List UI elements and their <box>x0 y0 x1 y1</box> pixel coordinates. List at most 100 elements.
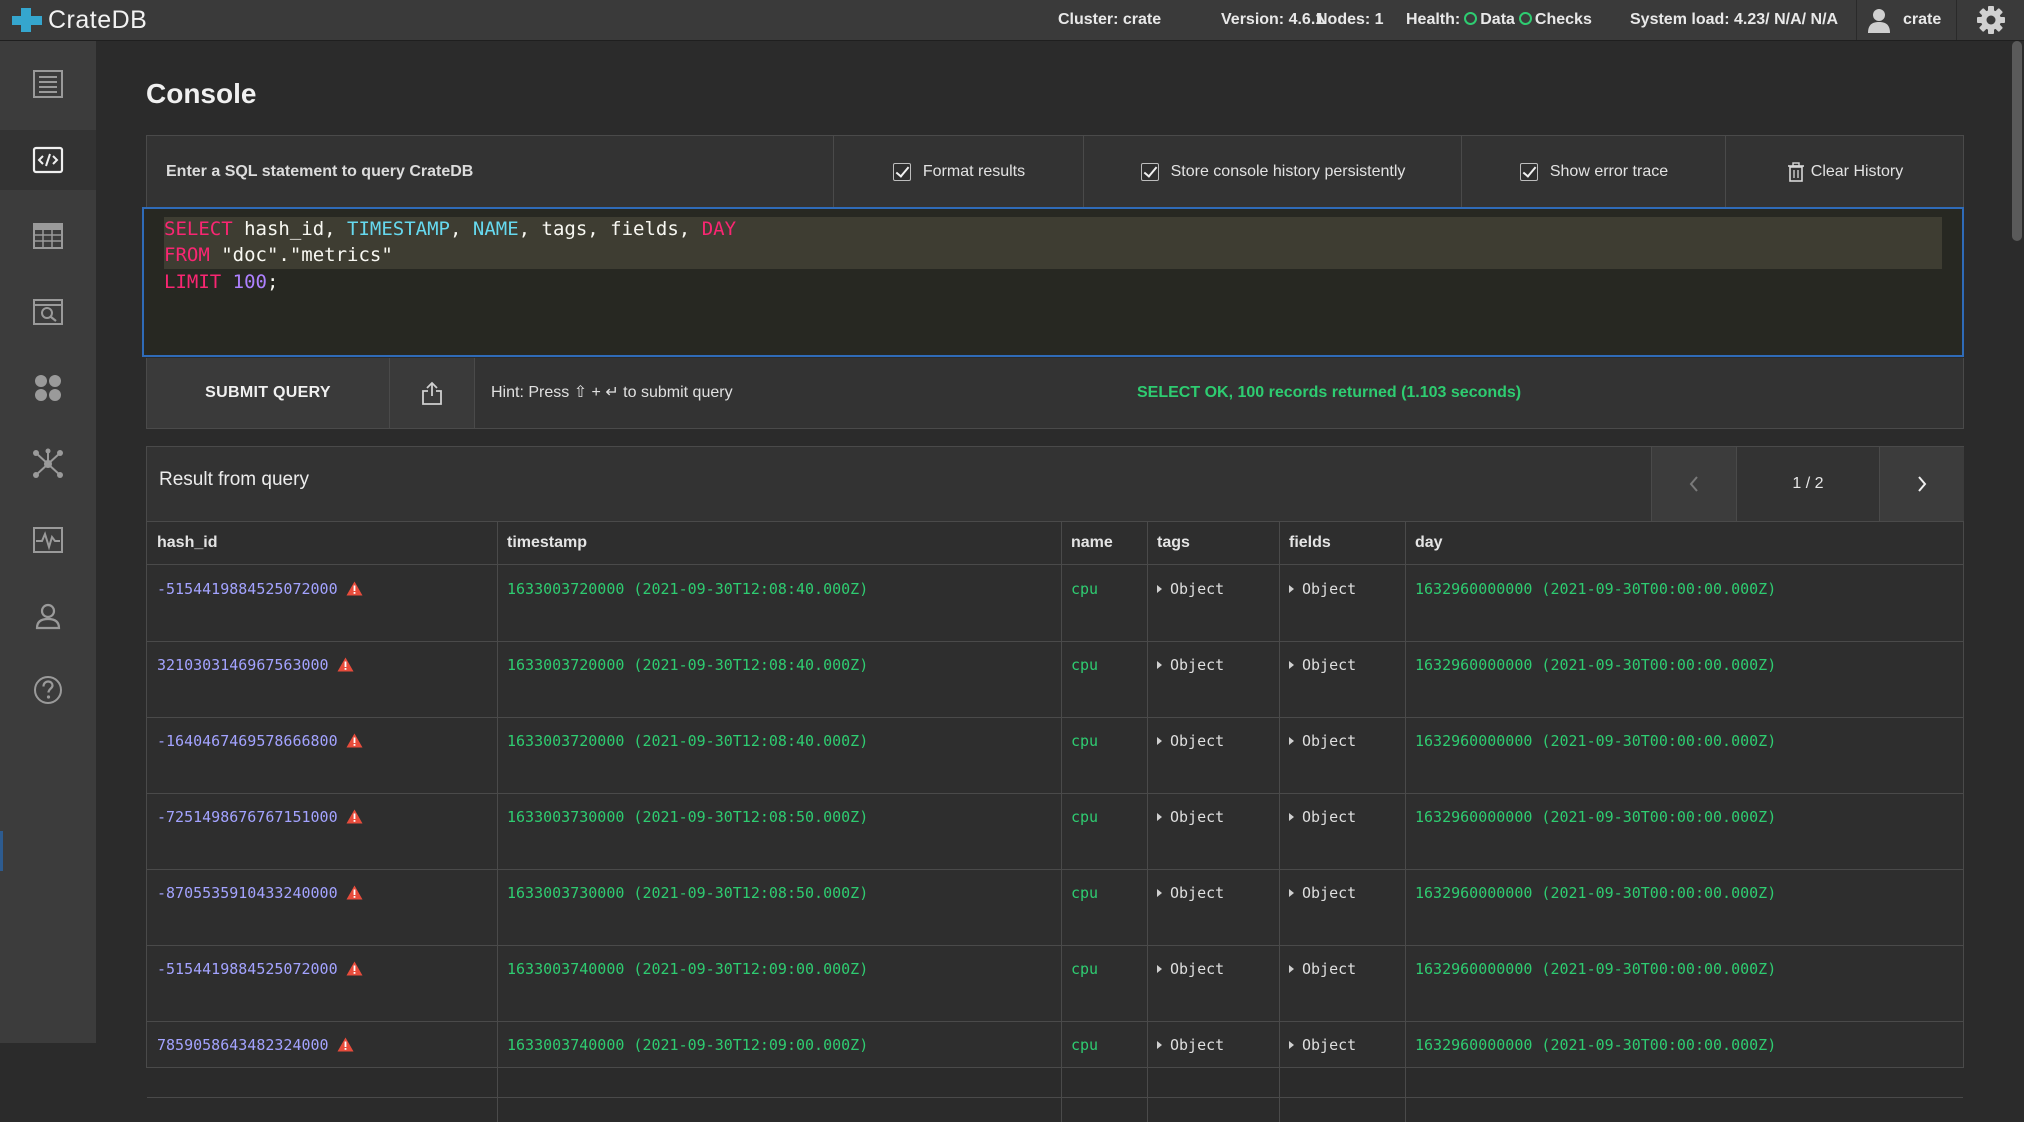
sidebar-item-console[interactable] <box>0 130 96 190</box>
overview-icon <box>33 70 63 98</box>
cell-tags-object-toggle[interactable]: Object <box>1157 731 1224 751</box>
cell-timestamp: 1633003740000 (2021-09-30T12:09:00.000Z) <box>507 1036 869 1054</box>
next-page-button[interactable] <box>1879 447 1964 521</box>
table-row[interactable]: -7251498676767151000 1633003730000 (2021-… <box>147 793 1963 869</box>
precision-warning-icon[interactable] <box>346 961 363 976</box>
cell-tags-object-toggle[interactable]: Object <box>1157 807 1224 827</box>
cell-tags-object-toggle[interactable]: Object <box>1157 959 1224 979</box>
sql-line-3: LIMIT 100; <box>164 271 279 293</box>
cell-timestamp: 1633003720000 (2021-09-30T12:08:40.000Z) <box>507 580 869 598</box>
cell-tags-object-toggle[interactable]: Object <box>1157 655 1224 675</box>
checks-health-icon <box>1518 12 1532 26</box>
table-row[interactable]: -1640467469578666800 1633003720000 (2021-… <box>147 717 1963 793</box>
trash-icon <box>1787 161 1804 182</box>
share-query-button[interactable] <box>390 358 475 428</box>
cell-fields-object-toggle[interactable]: Object <box>1289 807 1356 827</box>
column-header-hash_id[interactable]: hash_id <box>147 522 497 564</box>
sidebar-item-views[interactable] <box>0 282 96 342</box>
cell-fields-object-toggle[interactable]: Object <box>1289 959 1356 979</box>
page-title: Console <box>146 78 257 109</box>
caret-right-icon <box>1157 660 1162 669</box>
page-scrollbar[interactable] <box>2012 41 2022 241</box>
cell-hash-id: 3210303146967563000 <box>157 655 354 675</box>
submit-query-button[interactable]: SUBMIT QUERY <box>147 358 390 428</box>
precision-warning-icon[interactable] <box>346 809 363 824</box>
sidebar-item-help[interactable] <box>0 660 96 720</box>
format-results-label: Format results <box>922 162 1026 180</box>
table-row[interactable]: -8705535910433240000 1633003730000 (2021-… <box>147 869 1963 945</box>
chevron-right-icon <box>1918 476 1927 492</box>
cell-hash-id: 7859058643482324000 <box>157 1035 354 1055</box>
show-error-trace-label: Show error trace <box>1549 162 1669 180</box>
precision-warning-icon[interactable] <box>346 581 363 596</box>
cell-fields-object-toggle[interactable]: Object <box>1289 579 1356 599</box>
tables-icon <box>33 223 63 249</box>
table-row[interactable]: 3210303146967563000 1633003720000 (2021-0… <box>147 641 1963 717</box>
table-row[interactable]: -5154419884525072000 1633003720000 (2021-… <box>147 565 1963 641</box>
cell-hash-id: -7251498676767151000 <box>157 807 363 827</box>
table-row[interactable]: 7859058643482324000 1633003740000 (2021-0… <box>147 1021 1963 1097</box>
health-label: Health: <box>1406 11 1461 28</box>
users-icon <box>35 603 61 630</box>
nodes-count: Nodes: 1 <box>1316 11 1384 28</box>
column-header-name[interactable]: name <box>1061 522 1147 564</box>
precision-warning-icon[interactable] <box>337 657 354 672</box>
sidebar-item-tables[interactable] <box>0 206 96 266</box>
cell-fields-object-toggle[interactable]: Object <box>1289 655 1356 675</box>
results-title: Result from query <box>159 469 309 490</box>
column-header-fields[interactable]: fields <box>1279 522 1405 564</box>
column-header-timestamp[interactable]: timestamp <box>497 522 1061 564</box>
sidebar-item-shards[interactable] <box>0 358 96 418</box>
cell-fields-object-toggle[interactable]: Object <box>1289 883 1356 903</box>
health-status[interactable]: Health: Data Checks <box>1406 0 1592 40</box>
data-health-icon <box>1464 12 1478 26</box>
sidebar-item-users[interactable] <box>0 586 96 646</box>
crate-logo-icon <box>12 8 42 32</box>
version-info: Version: 4.6.1 <box>1221 11 1325 28</box>
clear-history-button[interactable]: Clear History <box>1725 136 1964 207</box>
precision-warning-icon[interactable] <box>337 1037 354 1052</box>
previous-page-button[interactable] <box>1651 447 1736 521</box>
cell-tags-object-toggle[interactable]: Object <box>1157 1035 1224 1055</box>
cell-fields-object-toggle[interactable]: Object <box>1289 1035 1356 1055</box>
cell-tags-object-toggle[interactable]: Object <box>1157 883 1224 903</box>
format-results-checkbox[interactable]: Format results <box>833 136 1084 207</box>
user-icon <box>1868 9 1890 33</box>
sql-line-1: SELECT hash_id, TIMESTAMP, NAME, tags, f… <box>164 218 737 240</box>
caret-right-icon <box>1289 812 1294 821</box>
column-header-tags[interactable]: tags <box>1147 522 1279 564</box>
column-header-day[interactable]: day <box>1405 522 1963 564</box>
table-row[interactable]: -5154419884525072000 1633003740000 (2021-… <box>147 945 1963 1021</box>
cell-fields-object-toggle[interactable]: Object <box>1289 731 1356 751</box>
health-data-label: Data <box>1480 11 1515 28</box>
system-load: System load: 4.23/ N/A/ N/A <box>1630 11 1839 28</box>
caret-right-icon <box>1157 584 1162 593</box>
caret-right-icon <box>1157 964 1162 973</box>
user-menu[interactable]: crate <box>1856 0 1957 40</box>
console-icon <box>32 146 64 174</box>
store-history-checkbox[interactable]: Store console history persistently <box>1083 136 1462 207</box>
clear-history-label: Clear History <box>1810 162 1904 180</box>
cluster-icon <box>33 448 63 478</box>
sql-editor[interactable]: SELECT hash_id, TIMESTAMP, NAME, tags, f… <box>142 207 1964 357</box>
cell-tags-object-toggle[interactable]: Object <box>1157 579 1224 599</box>
cratedb-logo[interactable]: CrateDB <box>12 6 147 34</box>
cluster-name: Cluster: crate <box>1058 11 1162 28</box>
cell-name: cpu <box>1071 884 1099 902</box>
precision-warning-icon[interactable] <box>346 885 363 900</box>
results-panel: Result from query 1 / 2 hash_id timestamp… <box>146 446 1964 1122</box>
row-divider <box>147 1097 1963 1098</box>
caret-right-icon <box>1289 964 1294 973</box>
share-icon <box>422 381 442 405</box>
sidebar-item-overview[interactable] <box>0 54 96 114</box>
caret-right-icon <box>1157 812 1162 821</box>
cell-timestamp: 1633003730000 (2021-09-30T12:08:50.000Z) <box>507 884 869 902</box>
precision-warning-icon[interactable] <box>346 733 363 748</box>
show-error-trace-checkbox[interactable]: Show error trace <box>1461 136 1726 207</box>
sidebar-item-monitoring[interactable] <box>0 510 96 570</box>
settings-button[interactable] <box>1956 0 2024 40</box>
sidebar-item-cluster[interactable] <box>0 434 96 494</box>
cell-name: cpu <box>1071 732 1099 750</box>
top-bar: CrateDB Cluster: crate Version: 4.6.1 No… <box>0 0 2024 41</box>
monitoring-icon <box>33 527 63 553</box>
